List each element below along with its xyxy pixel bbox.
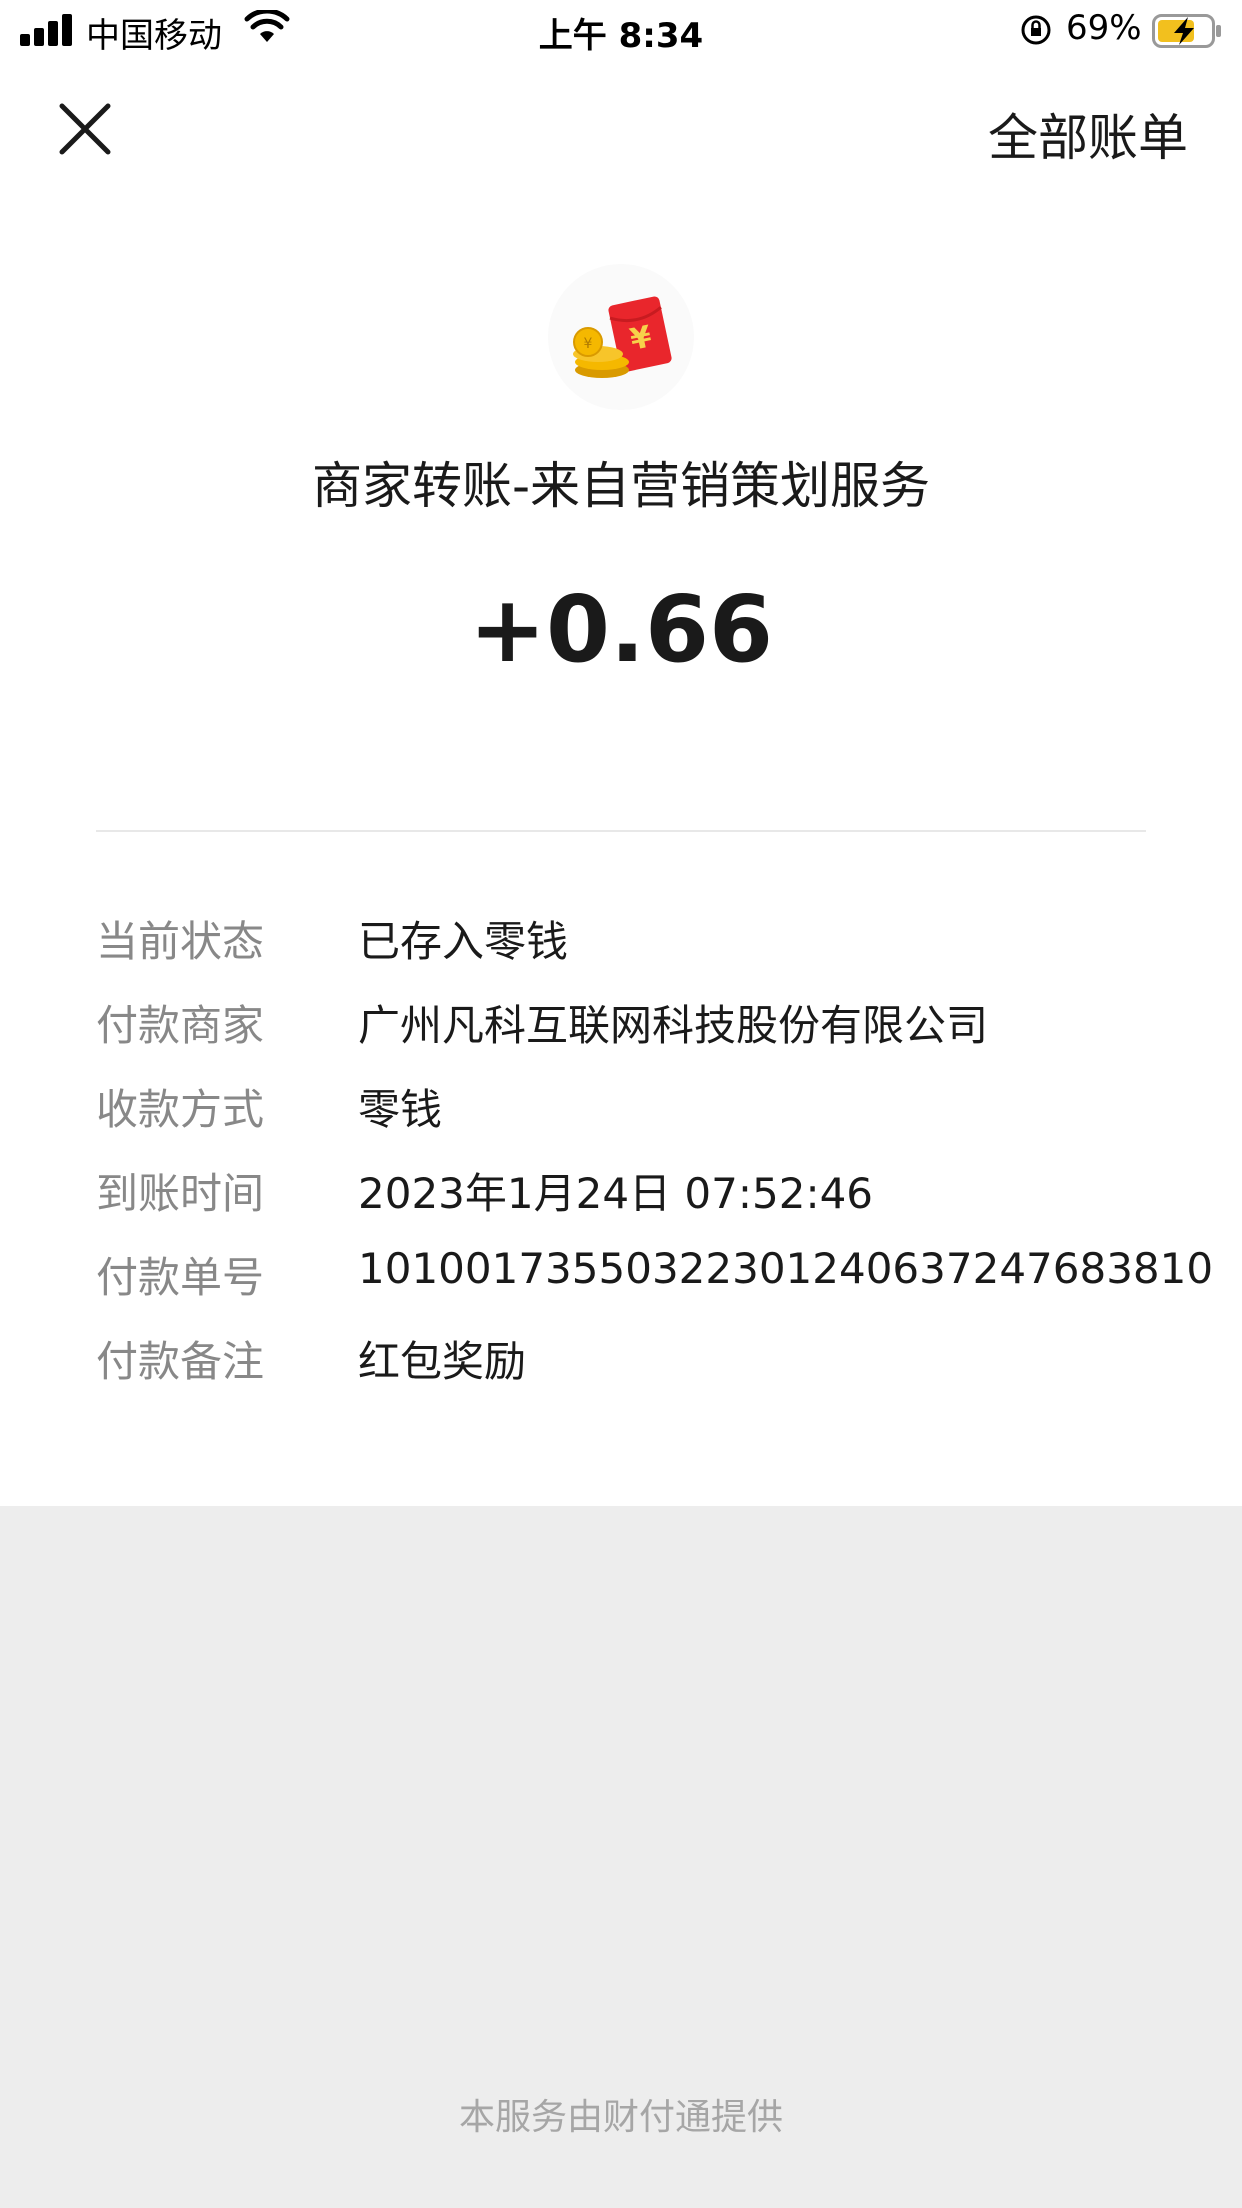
detail-key: 付款单号 [96,1253,265,1302]
detail-value: 已存入零钱 [358,917,569,966]
status-bar: 中国移动 上午 8:34 69% [0,0,1242,62]
detail-row-order-number: 付款单号 101001735503223012406372476838​10 [96,1244,1213,1328]
amount-value: +0.66 [468,576,774,683]
detail-value: 2023年1月24日 07:52:46 [358,1169,874,1218]
detail-key: 到账时间 [96,1169,265,1218]
detail-row-merchant: 付款商家 广州凡科互联网科技股份有限公司 [96,992,1196,1076]
detail-value: 101001735503223012406372476838​10 [358,1244,1214,1293]
service-provider-footer: 本服务由财付通提供 [458,2097,783,2138]
divider [96,830,1146,832]
detail-value: 零钱 [358,1085,443,1134]
rotation-lock-icon [1021,15,1051,45]
detail-value: 红包奖励 [358,1337,527,1386]
svg-text:¥: ¥ [584,336,593,352]
detail-row-arrival-time: 到账时间 2023年1月24日 07:52:46 [96,1160,1196,1244]
transfer-title: 商家转账-来自营销策划服务 [311,457,931,515]
detail-key: 收款方式 [96,1085,265,1134]
detail-row-status: 当前状态 已存入零钱 [96,908,1196,992]
close-icon[interactable] [54,98,116,160]
detail-row-remark: 付款备注 红包奖励 [96,1328,1196,1412]
all-bills-link[interactable]: 全部账单 [988,98,1188,170]
detail-list: 当前状态 已存入零钱 付款商家 广州凡科互联网科技股份有限公司 收款方式 零钱 … [96,908,1213,1412]
battery-percent: 69% [1066,8,1142,48]
red-packet-coins-icon: ¥ ¥ [548,264,694,410]
navigation-bar: 全部账单 [0,62,1242,192]
bill-detail-panel: 中国移动 上午 8:34 69% 全部账单 ¥ ¥ 商家转账-来自营销策划服务 … [0,0,1242,1506]
detail-key: 付款商家 [96,1001,265,1050]
status-time: 上午 8:34 [538,16,704,56]
detail-key: 付款备注 [96,1337,265,1386]
detail-key: 当前状态 [96,917,265,966]
detail-value: 广州凡科互联网科技股份有限公司 [358,1001,989,1050]
battery-charging-icon [1152,14,1221,48]
detail-row-receive-method: 收款方式 零钱 [96,1076,1196,1160]
